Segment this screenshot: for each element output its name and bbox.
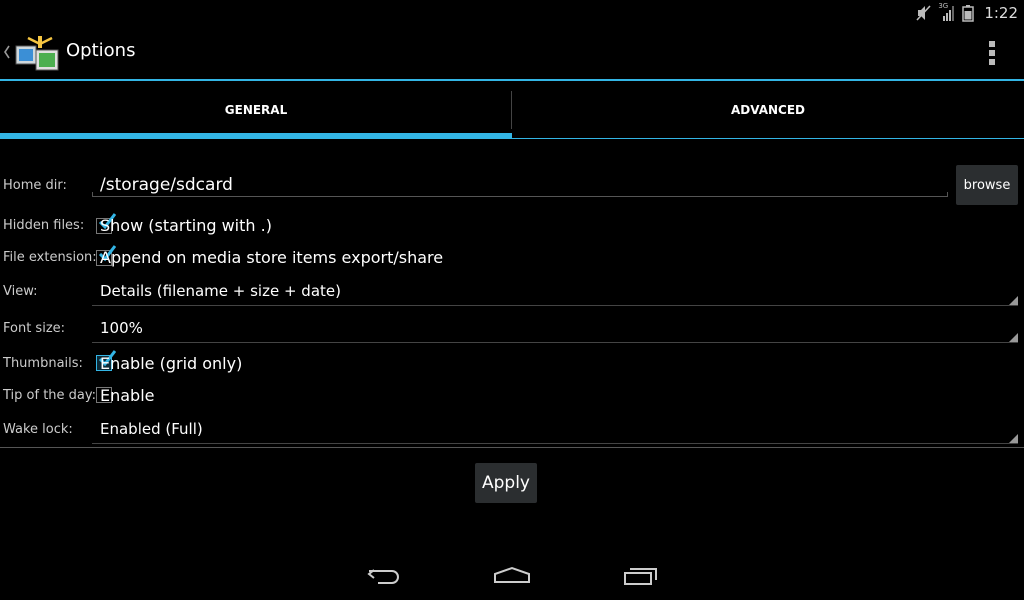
up-caret-icon[interactable] — [3, 44, 11, 63]
hidden-files-option[interactable]: Show (starting with .) — [100, 216, 272, 235]
view-spinner[interactable]: Details (filename + size + date) — [92, 275, 1018, 307]
overflow-menu-icon[interactable] — [984, 40, 1000, 66]
action-bar: Options — [0, 25, 1024, 79]
browse-button[interactable]: browse — [956, 165, 1018, 205]
status-bar: 3G 1:22 — [0, 0, 1024, 25]
file-extension-option[interactable]: Append on media store items export/share — [100, 248, 443, 267]
view-label: View: — [3, 284, 38, 299]
font-size-spinner-value: 100% — [100, 319, 143, 337]
tip-of-day-label: Tip of the day: — [3, 388, 97, 403]
view-spinner-value: Details (filename + size + date) — [100, 282, 341, 300]
view-underline — [92, 305, 1018, 306]
home-dir-underline — [92, 192, 948, 197]
clock: 1:22 — [984, 3, 1018, 22]
wake-lock-spinner-value: Enabled (Full) — [100, 420, 203, 438]
tab-general[interactable]: GENERAL — [0, 81, 512, 139]
home-dir-label: Home dir: — [3, 178, 67, 193]
home-icon[interactable] — [493, 566, 531, 586]
font-size-underline — [92, 342, 1018, 343]
tip-of-day-option[interactable]: Enable — [100, 386, 155, 405]
navigation-bar — [0, 548, 1024, 600]
mute-icon — [916, 4, 932, 22]
recents-icon[interactable] — [623, 566, 659, 586]
hidden-files-label: Hidden files: — [3, 218, 85, 233]
apply-button[interactable]: Apply — [475, 463, 537, 503]
file-extension-label: File extension: — [3, 250, 97, 265]
status-icons: 3G 1:22 — [916, 2, 1018, 23]
page-title: Options — [66, 40, 136, 61]
tab-advanced-label: ADVANCED — [730, 103, 805, 117]
wake-lock-spinner[interactable]: Enabled (Full) — [92, 413, 1018, 445]
tab-advanced[interactable]: ADVANCED — [512, 81, 1024, 139]
file-manager-icon[interactable] — [14, 34, 60, 72]
font-size-spinner[interactable]: 100% — [92, 312, 1018, 344]
font-size-label: Font size: — [3, 321, 66, 336]
signal-3g-icon: 3G — [938, 1, 956, 22]
wake-lock-underline — [92, 443, 1018, 444]
thumbnails-label: Thumbnails: — [3, 356, 83, 371]
battery-icon — [962, 4, 975, 22]
spinner-triangle-icon — [1009, 296, 1018, 305]
network-type-label: 3G — [938, 1, 949, 10]
spinner-triangle-icon — [1009, 434, 1018, 443]
wake-lock-label: Wake lock: — [3, 422, 73, 437]
spinner-triangle-icon — [1009, 333, 1018, 342]
tab-general-label: GENERAL — [224, 103, 288, 117]
back-icon[interactable] — [366, 566, 402, 586]
thumbnails-option[interactable]: Enable (grid only) — [100, 354, 242, 373]
tab-bar: GENERAL ADVANCED — [0, 81, 1024, 139]
section-divider — [0, 447, 1024, 448]
home-dir-input[interactable]: /storage/sdcard — [100, 175, 233, 195]
